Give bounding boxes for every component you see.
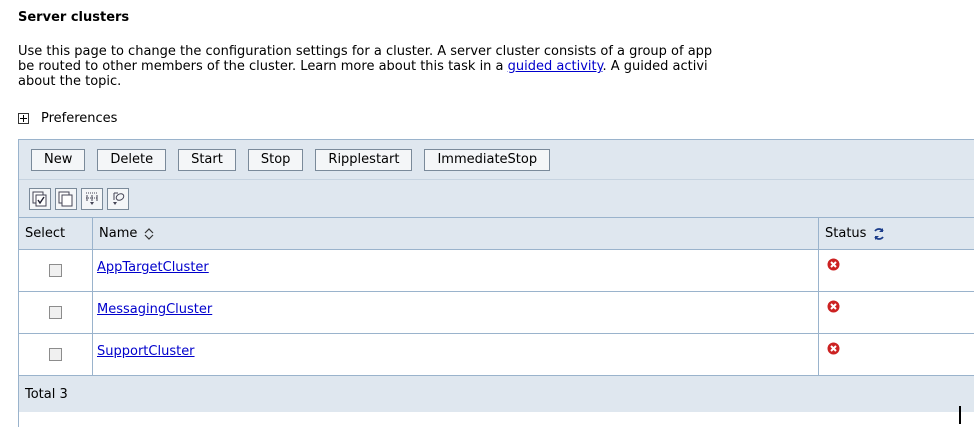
row-name-cell: SupportCluster <box>93 334 819 375</box>
status-stopped-icon <box>827 300 840 317</box>
immediatestop-button[interactable]: ImmediateStop <box>424 148 551 171</box>
clear-filter-icon[interactable] <box>107 187 129 210</box>
row-select-cell <box>19 250 93 291</box>
text-cursor <box>959 406 961 424</box>
row-status-cell <box>819 334 974 375</box>
select-all-icon[interactable] <box>29 187 51 210</box>
column-header-status-label: Status <box>825 226 867 241</box>
row-status-cell <box>819 292 974 333</box>
guided-activity-link[interactable]: guided activity <box>508 59 603 74</box>
description-line-3: about the topic. <box>18 74 122 89</box>
stop-button[interactable]: Stop <box>247 148 304 171</box>
row-select-cell <box>19 334 93 375</box>
new-button[interactable]: New <box>31 148 86 171</box>
preferences-toggle[interactable]: Preferences <box>18 111 117 126</box>
ripplestart-button[interactable]: Ripplestart <box>315 148 413 171</box>
column-header-name[interactable]: Name <box>93 218 819 249</box>
column-header-select: Select <box>19 218 93 249</box>
table-footer: Total 3 <box>19 376 974 412</box>
table-row: AppTargetCluster <box>19 250 974 292</box>
clusters-table: New Delete Start Stop Ripplestart Immedi… <box>18 139 974 427</box>
row-name-cell: MessagingCluster <box>93 292 819 333</box>
icon-toolbar <box>19 180 974 218</box>
refresh-status-icon[interactable] <box>872 227 886 241</box>
delete-button[interactable]: Delete <box>97 148 167 171</box>
cluster-link[interactable]: SupportCluster <box>97 344 195 359</box>
row-status-cell <box>819 250 974 291</box>
row-select-cell <box>19 292 93 333</box>
expand-plus-icon[interactable] <box>18 113 29 124</box>
row-checkbox[interactable] <box>49 306 62 319</box>
sort-toggle-icon[interactable] <box>143 227 155 240</box>
table-row: SupportCluster <box>19 334 974 376</box>
deselect-all-icon[interactable] <box>55 187 77 210</box>
status-stopped-icon <box>827 258 840 275</box>
description-line-2: be routed to other members of the cluste… <box>18 59 974 74</box>
cluster-link[interactable]: AppTargetCluster <box>97 260 209 275</box>
description-line-2-tail: . A guided activi <box>602 59 708 74</box>
page-description: Use this page to change the configuratio… <box>18 44 974 89</box>
table-row: MessagingCluster <box>19 292 974 334</box>
show-filter-icon[interactable] <box>81 187 103 210</box>
button-bar: New Delete Start Stop Ripplestart Immedi… <box>19 140 974 180</box>
column-header-name-label[interactable]: Name <box>99 226 137 241</box>
column-header-status: Status <box>819 218 974 249</box>
description-line-1: Use this page to change the configuratio… <box>18 44 713 59</box>
total-count: Total 3 <box>25 386 68 402</box>
row-name-cell: AppTargetCluster <box>93 250 819 291</box>
row-checkbox[interactable] <box>49 348 62 361</box>
description-line-2-text: be routed to other members of the cluste… <box>18 59 508 74</box>
row-checkbox[interactable] <box>49 264 62 277</box>
status-stopped-icon <box>827 342 840 359</box>
page-title: Server clusters <box>18 10 130 25</box>
start-button[interactable]: Start <box>178 148 236 171</box>
table-header: Select Name Status <box>19 218 974 250</box>
cluster-link[interactable]: MessagingCluster <box>97 302 212 317</box>
preferences-label[interactable]: Preferences <box>41 111 117 126</box>
